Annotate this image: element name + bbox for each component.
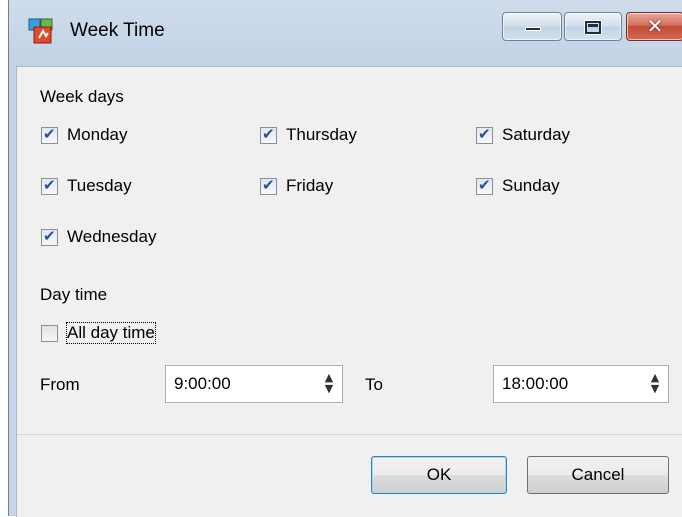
app-icon — [28, 18, 53, 44]
from-time-value[interactable]: 9:00:00 — [174, 374, 231, 394]
button-bar-separator — [17, 434, 682, 435]
saturday-label[interactable]: Saturday — [502, 125, 570, 145]
saturday-checkbox-box[interactable] — [476, 125, 493, 144]
to-label: To — [365, 375, 383, 394]
spin-down-icon[interactable]: ▼ — [324, 383, 334, 394]
all-day-time-label[interactable]: All day time — [66, 322, 156, 344]
friday-label[interactable]: Friday — [286, 176, 333, 196]
maximize-icon — [584, 20, 602, 35]
wednesday-checkbox-box[interactable] — [41, 227, 58, 246]
sunday-checkbox-box[interactable] — [476, 176, 493, 195]
cancel-button[interactable]: Cancel — [527, 456, 669, 494]
minimize-icon — [525, 27, 541, 31]
spin-down-icon[interactable]: ▼ — [650, 383, 660, 394]
minimize-button[interactable] — [502, 12, 562, 41]
to-time-spinbox[interactable]: 18:00:00 ▲ ▼ — [493, 365, 669, 403]
day-time-label: Day time — [40, 285, 108, 304]
from-label: From — [40, 375, 80, 394]
title-bar[interactable]: Week Time ✕ — [8, 0, 682, 66]
week-time-dialog: Week Time ✕ Week days Monday Thursday Sa… — [0, 0, 682, 517]
monday-label[interactable]: Monday — [67, 125, 127, 145]
ok-button[interactable]: OK — [371, 456, 507, 494]
thursday-label[interactable]: Thursday — [286, 125, 357, 145]
tuesday-checkbox-box[interactable] — [41, 176, 58, 195]
thursday-checkbox-box[interactable] — [260, 125, 277, 144]
maximize-button[interactable] — [564, 12, 622, 41]
from-spin-arrows[interactable]: ▲ ▼ — [324, 372, 334, 394]
dialog-client-area: Week days Monday Thursday Saturday Tuesd… — [16, 66, 682, 517]
from-time-spinbox[interactable]: 9:00:00 ▲ ▼ — [165, 365, 343, 403]
close-icon: ✕ — [646, 14, 664, 38]
to-spin-arrows[interactable]: ▲ ▼ — [650, 372, 660, 394]
week-days-label: Week days — [40, 87, 124, 106]
all-day-time-checkbox-box[interactable] — [41, 325, 58, 342]
to-time-value[interactable]: 18:00:00 — [502, 374, 568, 394]
tuesday-label[interactable]: Tuesday — [67, 176, 132, 196]
close-button[interactable]: ✕ — [626, 12, 682, 41]
friday-checkbox-box[interactable] — [260, 176, 277, 195]
sunday-label[interactable]: Sunday — [502, 176, 560, 196]
monday-checkbox-box[interactable] — [41, 125, 58, 144]
wednesday-label[interactable]: Wednesday — [67, 227, 156, 247]
window-title: Week Time — [70, 20, 165, 41]
